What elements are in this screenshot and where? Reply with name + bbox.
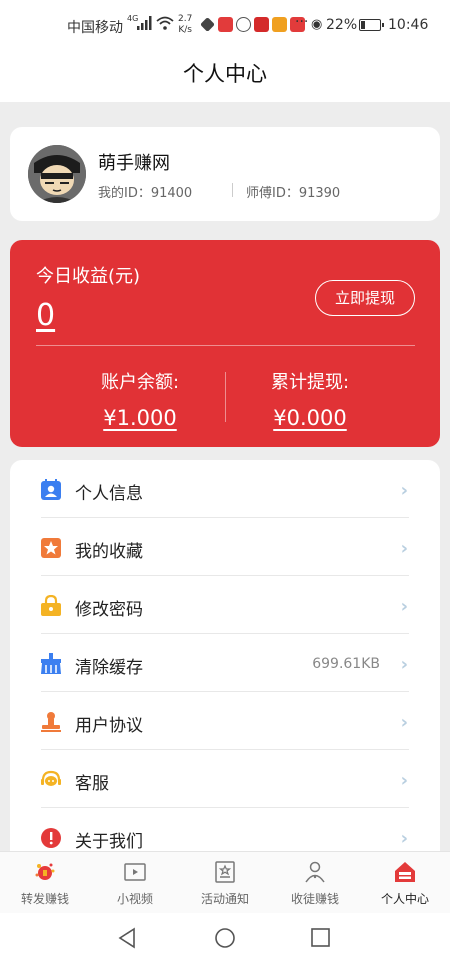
total-withdrawn-value[interactable]: ¥0.000 [225,406,395,430]
tab-label: 个人中心 [380,892,429,906]
user-card-icon [41,479,61,500]
tab-share-earn[interactable]: 转发赚钱 [0,852,90,914]
profile-name: 萌手赚网 [98,153,170,174]
menu-item-label: 个人信息 [75,484,143,504]
chevron-right-icon: › [400,712,408,733]
bottom-tab-bar: 转发赚钱 小视频 活动通知 收徒赚钱 个人中心 [0,851,450,913]
chevron-right-icon: › [400,538,408,559]
tab-personal-center[interactable]: 个人中心 [360,852,450,914]
menu-item-clear-cache[interactable]: 清除缓存 699.61KB › [10,634,440,692]
chevron-right-icon: › [400,828,408,849]
carrier-name: 中国移动 [67,20,123,36]
id-divider [232,183,233,197]
battery-icon [359,19,384,31]
video-icon [124,863,146,881]
menu-item-label: 用户协议 [75,716,143,736]
balance-value[interactable]: ¥1.000 [55,406,225,430]
profile-card[interactable]: 萌手赚网 我的ID：91400 师傅ID：91390 [10,127,440,221]
stamp-icon [41,712,61,732]
avatar-image [28,145,86,203]
network-speed-unit: K/s [178,25,192,35]
notification-app-icon [236,17,251,32]
menu-item-customer-service[interactable]: 客服 › [10,750,440,808]
battery-level [361,21,365,29]
eye-comfort-icon: ◉ [311,17,323,32]
tab-label: 转发赚钱 [20,892,69,906]
chevron-right-icon: › [400,770,408,791]
withdraw-button[interactable]: 立即提现 [315,280,415,316]
page-header: 个人中心 [0,52,450,102]
earnings-divider [36,345,415,346]
info-icon [41,828,61,848]
menu-item-label: 我的收藏 [75,542,143,562]
status-bar: 中国移动 4G 2.7 K/s ··· ◉ 22% 10:46 [0,0,450,52]
page-title: 个人中心 [183,62,267,86]
home-icon [395,862,415,882]
avatar[interactable] [28,145,86,203]
menu-item-favorites[interactable]: 我的收藏 › [10,518,440,576]
tab-short-video[interactable]: 小视频 [90,852,180,914]
master-id: 师傅ID：91390 [246,186,341,201]
notification-app-icon [272,17,287,32]
balance-label: 账户余额: [100,372,180,393]
chevron-right-icon: › [400,654,408,675]
lock-icon [41,595,61,616]
settings-menu: 个人信息 › 我的收藏 › 修改密码 › 清除缓存 699.61KB › 用户协… [10,460,440,880]
today-earnings-value[interactable]: 0 [36,298,55,333]
tab-label: 小视频 [116,892,153,906]
back-icon[interactable] [117,927,139,949]
battery-percent: 22% [326,17,358,33]
star-icon [41,538,61,558]
apprentice-icon [305,861,325,883]
recent-apps-icon[interactable] [310,927,332,949]
chevron-right-icon: › [400,480,408,501]
system-navigation-bar [0,913,450,963]
menu-item-label: 关于我们 [75,832,143,852]
signal-icon [137,16,152,30]
tab-label: 活动通知 [200,892,249,906]
wifi-icon [156,16,174,30]
total-withdrawn-label: 累计提现: [270,372,350,393]
network-speed: 2.7 K/s [178,14,192,36]
tab-activity-notice[interactable]: 活动通知 [180,852,270,914]
menu-item-user-agreement[interactable]: 用户协议 › [10,692,440,750]
tab-label: 收徒赚钱 [290,892,339,906]
balance-section: 账户余额: ¥1.000 [55,368,225,430]
total-withdrawn-section: 累计提现: ¥0.000 [225,368,395,430]
menu-item-label: 修改密码 [75,600,143,620]
menu-item-profile-info[interactable]: 个人信息 › [10,460,440,518]
notification-app-icon [200,17,215,32]
menu-item-label: 清除缓存 [75,658,143,678]
my-id: 我的ID：91400 [98,186,193,201]
cache-size: 699.61KB [312,656,380,672]
menu-item-change-password[interactable]: 修改密码 › [10,576,440,634]
clock: 10:46 [388,17,429,33]
today-earnings-label: 今日收益(元) [36,266,141,287]
notice-icon [215,861,235,883]
network-speed-value: 2.7 [178,14,193,24]
chevron-right-icon: › [400,596,408,617]
earnings-card: 今日收益(元) 0 立即提现 账户余额: ¥1.000 累计提现: ¥0.000 [10,240,440,447]
home-button-icon[interactable] [214,927,236,949]
headset-icon [41,770,61,786]
broom-icon [41,653,61,674]
menu-item-label: 客服 [75,774,109,794]
tab-recruit-earn[interactable]: 收徒赚钱 [270,852,360,914]
notification-app-icon [218,17,233,32]
notification-app-icon [254,17,269,32]
more-notifications-icon: ··· [295,14,309,30]
notification-icons [200,17,305,32]
share-money-icon [35,863,55,880]
